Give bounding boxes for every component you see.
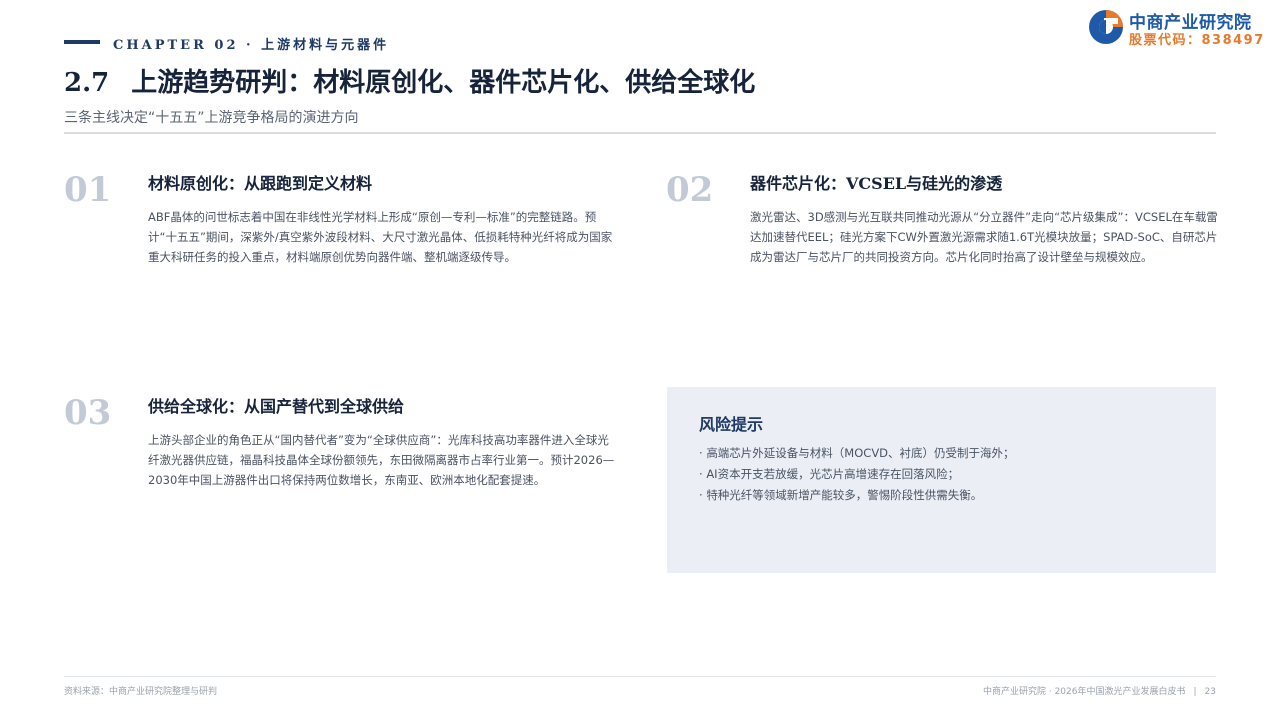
title-divider: [64, 132, 1216, 134]
block-number: 01: [64, 170, 112, 210]
risk-list: 高端芯片外延设备与材料（MOCVD、衬底）仍受制于海外； AI资本开支若放缓，光…: [699, 443, 1199, 506]
source-note: 资料来源：中商产业研究院整理与研判: [64, 687, 218, 697]
block-number: 02: [666, 170, 714, 210]
document-title: 中商产业研究院 · 2026年中国激光产业发展白皮书: [983, 687, 1186, 697]
risk-item: AI资本开支若放缓，光芯片高增速存在回落风险；: [699, 464, 1199, 485]
chapter-accent-bar: [64, 40, 100, 44]
page-subtitle: 三条主线决定“十五五”上游竞争格局的演进方向: [64, 110, 359, 126]
risk-title: 风险提示: [699, 415, 764, 434]
page-number: 23: [1204, 687, 1216, 697]
risk-item: 高端芯片外延设备与材料（MOCVD、衬底）仍受制于海外；: [699, 443, 1199, 464]
company-logo-mark-icon: [1089, 10, 1123, 44]
block-heading: 器件芯片化：VCSEL与硅光的渗透: [750, 174, 1003, 193]
block-text: 上游头部企业的角色正从“国内替代者”变为“全球供应商”：光库科技高功率器件进入全…: [148, 433, 615, 487]
block-heading: 材料原创化：从跟跑到定义材料: [148, 174, 373, 193]
block-number: 03: [64, 393, 112, 433]
risk-item: 特种光纤等领域新增产能较多，警惕阶段性供需失衡。: [699, 485, 1199, 506]
footer-meta: 中商产业研究院 · 2026年中国激光产业发展白皮书 | 23: [983, 684, 1216, 697]
company-logo: 中商产业研究院 股票代码：838497: [1087, 8, 1267, 48]
section-number: 2.7: [64, 68, 110, 98]
footer-separator: |: [1193, 687, 1197, 697]
block-heading: 供给全球化：从国产替代到全球供给: [148, 397, 405, 416]
section-title: 上游趋势研判：材料原创化、器件芯片化、供给全球化: [131, 68, 756, 98]
block-text: ABF晶体的问世标志着中国在非线性光学材料上形成“原创—专利—标准”的完整链路。…: [148, 210, 613, 264]
stock-code: 股票代码：838497: [1129, 33, 1265, 48]
page-title: 2.7 上游趋势研判：材料原创化、器件芯片化、供给全球化: [64, 62, 755, 99]
footer-divider: [64, 676, 1216, 677]
block-text: 激光雷达、3D感测与光互联共同推动光源从“分立器件”走向“芯片级集成”：VCSE…: [750, 210, 1218, 264]
chapter-label: CHAPTER 02 · 上游材料与元器件: [113, 38, 390, 53]
risk-panel: 风险提示 高端芯片外延设备与材料（MOCVD、衬底）仍受制于海外； AI资本开支…: [667, 387, 1216, 573]
